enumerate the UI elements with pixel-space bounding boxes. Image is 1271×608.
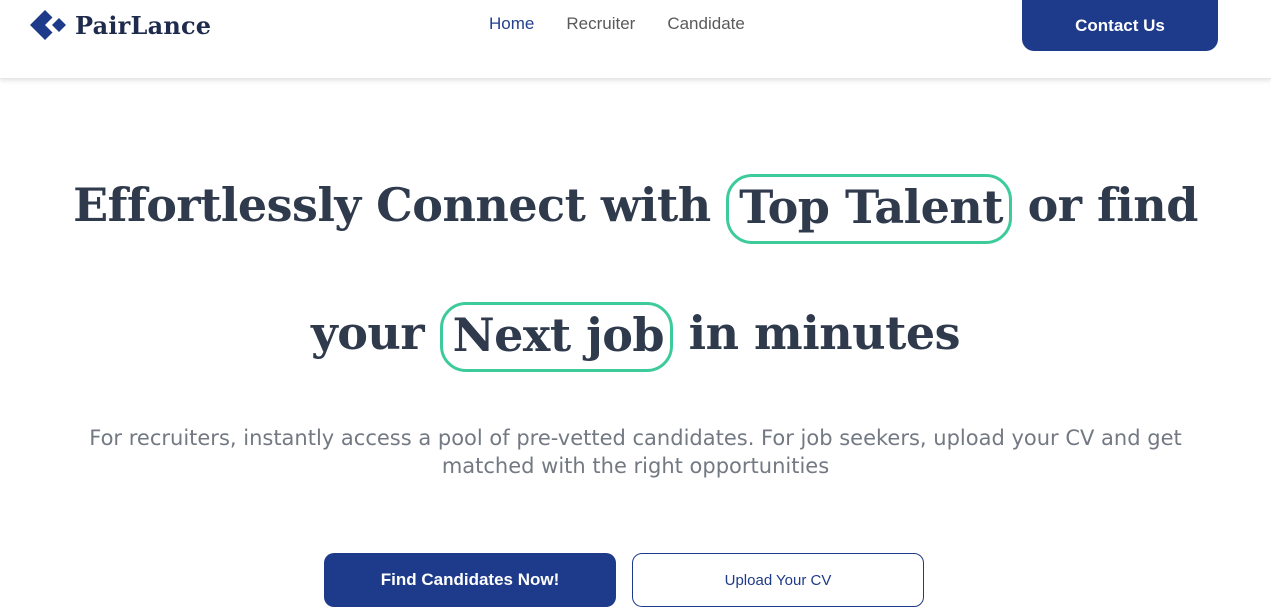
highlight-top-talent: Top Talent <box>726 174 1013 244</box>
brand-name: PairLance <box>75 10 212 40</box>
hero-subtitle: For recruiters, instantly access a pool … <box>60 424 1211 480</box>
hero-text: or find <box>1012 178 1199 232</box>
hero-headline-line-1: Effortlessly Connect with Top Talent or … <box>0 174 1271 244</box>
contact-us-button[interactable]: Contact Us <box>1022 0 1218 51</box>
hero-text: Effortlessly Connect with <box>73 178 727 232</box>
diamond-logo-icon <box>30 10 66 40</box>
subtitle-line: For recruiters, instantly access a pool … <box>89 426 1182 450</box>
find-candidates-button[interactable]: Find Candidates Now! <box>324 553 616 607</box>
main-nav: Home Recruiter Candidate <box>489 14 777 34</box>
nav-link-candidate[interactable]: Candidate <box>667 14 745 34</box>
hero-text: in minutes <box>673 306 961 360</box>
brand-logo[interactable]: PairLance <box>30 8 211 42</box>
nav-link-recruiter[interactable]: Recruiter <box>566 14 635 34</box>
hero-headline-line-2: your Next job in minutes <box>0 302 1271 372</box>
subtitle-line: matched with the right opportunities <box>441 454 830 478</box>
hero-text: your <box>310 306 440 360</box>
upload-cv-button[interactable]: Upload Your CV <box>632 553 924 607</box>
nav-link-home[interactable]: Home <box>489 14 534 34</box>
highlight-next-job: Next job <box>439 302 674 372</box>
site-header: PairLance Home Recruiter Candidate Conta… <box>0 0 1271 79</box>
